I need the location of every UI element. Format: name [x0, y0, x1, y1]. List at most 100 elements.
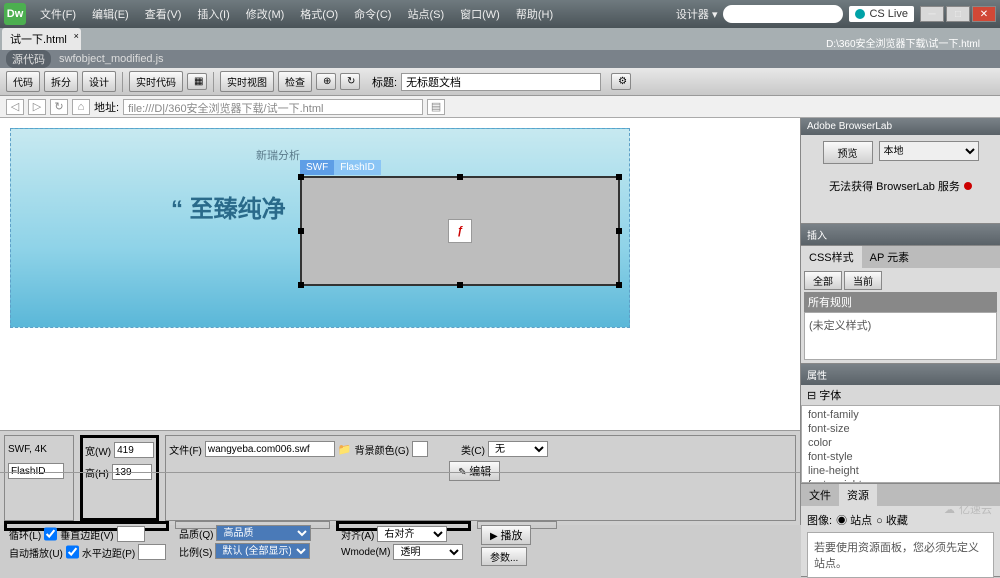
browser-preview-button[interactable]: ⊕ [316, 73, 336, 90]
address-input[interactable]: file:///D|/360安全浏览器下载/试一下.html [123, 99, 423, 115]
tab-close-icon[interactable]: × [74, 31, 79, 41]
font-property-list[interactable]: font-family font-size color font-style l… [801, 405, 1000, 483]
cslive-icon [855, 9, 865, 19]
maximize-button[interactable]: □ [946, 6, 970, 22]
live-view-button[interactable]: 实时视图 [220, 71, 274, 92]
refresh-button[interactable]: ↻ [340, 73, 360, 90]
css-styles-tab[interactable]: CSS样式 [801, 246, 862, 268]
bg-label: 背景颜色(G) [355, 442, 409, 457]
autoplay-checkbox[interactable] [66, 544, 79, 560]
swf-placeholder[interactable]: ƒ [300, 176, 620, 286]
quality-label: 品质(Q) [179, 526, 213, 541]
document-path: D:\360安全浏览器下载\试一下.html [826, 35, 1000, 50]
scale-label: 比例(S) [179, 544, 212, 559]
nav-forward-button[interactable]: ▷ [28, 99, 46, 115]
split-view-button[interactable]: 拆分 [44, 71, 78, 92]
font-group-label: ⊟ 字体 [801, 385, 1000, 405]
nav-refresh-button[interactable]: ↻ [50, 99, 68, 115]
live-options-button[interactable]: ▦ [187, 73, 207, 90]
swf-tag-label: SWFFlashID [300, 160, 381, 175]
layout-switcher[interactable]: 设计器 ▾ [676, 6, 718, 22]
scale-select[interactable]: 默认 (全部显示) [215, 543, 310, 559]
menu-commands[interactable]: 命令(C) [348, 3, 397, 25]
flash-id-input[interactable] [8, 463, 64, 479]
file-input[interactable] [205, 441, 335, 457]
search-input[interactable] [723, 5, 843, 23]
quality-select[interactable]: 高品质 [216, 525, 311, 541]
css-all-button[interactable]: 全部 [804, 271, 842, 290]
menu-view[interactable]: 查看(V) [139, 3, 188, 25]
address-go-button[interactable]: ▤ [427, 99, 445, 115]
class-select[interactable]: 无 [488, 441, 548, 457]
menu-insert[interactable]: 插入(I) [191, 3, 235, 25]
code-view-button[interactable]: 代码 [6, 71, 40, 92]
document-tab-strip: 试一下.html× D:\360安全浏览器下载\试一下.html [0, 28, 1000, 50]
close-button[interactable]: ✕ [972, 6, 996, 22]
vspace-label: 垂直边距(V) [60, 527, 113, 542]
error-status-icon [964, 182, 972, 190]
align-select[interactable]: 右对齐 [377, 526, 447, 542]
menu-site[interactable]: 站点(S) [401, 3, 450, 25]
address-label: 地址: [94, 99, 119, 115]
inspect-button[interactable]: 检查 [278, 71, 312, 92]
height-input[interactable] [112, 464, 152, 480]
loop-label: 循环(L) [9, 527, 41, 542]
document-toolbar: 代码 拆分 设计 实时代码 ▦ 实时视图 检查 ⊕ ↻ 标题: ⚙ [0, 68, 1000, 96]
menu-modify[interactable]: 修改(M) [240, 3, 291, 25]
width-input[interactable] [114, 442, 154, 458]
class-label: 类(C) [461, 442, 485, 457]
edit-button[interactable]: ✎ 编辑 [449, 461, 500, 481]
hspace-label: 水平边距(P) [82, 545, 135, 560]
folder-icon[interactable]: 📁 [338, 443, 352, 456]
wmode-label: Wmode(M) [341, 547, 390, 558]
title-input[interactable] [401, 73, 601, 91]
local-select[interactable]: 本地 [879, 141, 979, 161]
params-button[interactable]: 参数... [481, 547, 527, 566]
favorites-radio[interactable]: ○ 收藏 [876, 512, 908, 528]
cslive-button[interactable]: CS Live [849, 6, 914, 22]
property-inspector: SWF, 4K 宽(W) 高(H) 文件(F) 📁 背景颜色(G) 类(C) 无… [0, 430, 800, 525]
nav-back-button[interactable]: ◁ [6, 99, 24, 115]
minimize-button[interactable]: ─ [920, 6, 944, 22]
assets-message: 若要使用资源面板，您必须先定义站点。 [807, 532, 994, 578]
assets-tab[interactable]: 资源 [839, 484, 877, 506]
properties-panel-header[interactable]: 属性 [801, 364, 1000, 385]
menu-file[interactable]: 文件(F) [34, 3, 82, 25]
menu-format[interactable]: 格式(O) [294, 3, 344, 25]
ap-elements-tab[interactable]: AP 元素 [862, 246, 918, 268]
css-current-button[interactable]: 当前 [844, 271, 882, 290]
swf-type-label: SWF, 4K [8, 444, 47, 455]
related-file-link[interactable]: swfobject_modified.js [59, 53, 164, 65]
play-button[interactable]: ▶ 播放 [481, 525, 531, 545]
loop-checkbox[interactable] [44, 526, 57, 542]
source-code-pill[interactable]: 源代码 [6, 50, 51, 68]
css-rules-heading: 所有规则 [804, 292, 997, 312]
css-rules-list: (未定义样式) [804, 312, 997, 360]
watermark: ☁ 亿速云 [944, 501, 992, 517]
browserlab-panel-header[interactable]: Adobe BrowserLab [801, 118, 1000, 135]
menu-window[interactable]: 窗口(W) [454, 3, 506, 25]
title-label: 标题: [372, 74, 397, 90]
cloud-icon: ☁ [944, 503, 955, 516]
wmode-select[interactable]: 透明 [393, 544, 463, 560]
bg-color-swatch[interactable] [412, 441, 428, 457]
menu-help[interactable]: 帮助(H) [510, 3, 559, 25]
hspace-input[interactable] [138, 544, 166, 560]
util-button[interactable]: ⚙ [611, 73, 631, 90]
browserlab-error: 无法获得 BrowserLab 服务 [807, 178, 994, 194]
preview-button[interactable]: 预览 [823, 141, 873, 164]
height-label: 高(H) [85, 465, 109, 480]
files-tab[interactable]: 文件 [801, 484, 839, 506]
design-view-button[interactable]: 设计 [82, 71, 116, 92]
document-tab[interactable]: 试一下.html× [2, 28, 81, 50]
related-files-strip: 源代码 swfobject_modified.js [0, 50, 1000, 68]
menu-edit[interactable]: 编辑(E) [86, 3, 135, 25]
site-radio[interactable]: ◉ 站点 [836, 512, 872, 528]
live-code-button[interactable]: 实时代码 [129, 71, 183, 92]
app-logo: Dw [4, 3, 26, 25]
flash-icon: ƒ [448, 219, 472, 243]
file-label: 文件(F) [169, 442, 202, 457]
nav-home-button[interactable]: ⌂ [72, 99, 90, 115]
insert-panel-header[interactable]: 插入 [801, 224, 1000, 245]
vspace-input[interactable] [117, 526, 145, 542]
